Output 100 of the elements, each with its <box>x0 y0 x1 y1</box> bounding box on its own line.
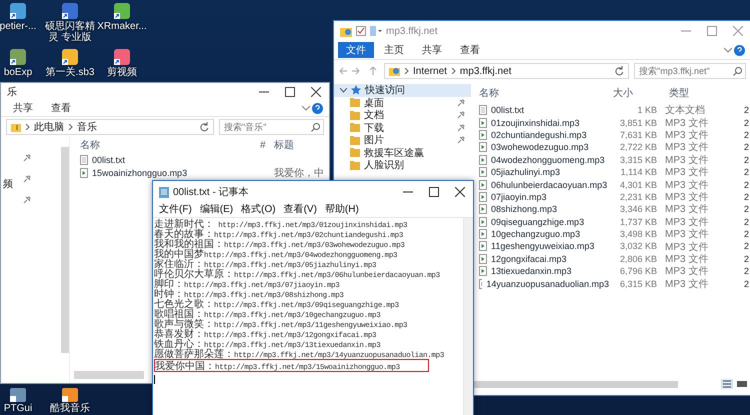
ribbon-tab[interactable]: 主页 <box>376 42 412 58</box>
audio-file-icon <box>479 254 487 264</box>
file-size: 3,851 KB <box>618 118 657 128</box>
nav-item[interactable]: 频 <box>3 177 13 191</box>
nav-item[interactable]: 救援车区途赢 <box>334 146 471 159</box>
file-row[interactable]: 00list.txt 1 KB 文本文档 2 <box>471 104 750 116</box>
file-name: 01zoujinxinshidai.mp3 <box>491 118 580 128</box>
file-name: 10gechangzuguo.mp3 <box>491 229 580 240</box>
menu-item[interactable]: 格式(O) <box>238 203 279 217</box>
file-row[interactable]: 02chuntiandegushi.mp3 7,631 KB MP3 文件 2 <box>471 128 750 142</box>
folder-icon <box>350 160 360 170</box>
table-cell: 2 <box>744 118 750 128</box>
table-cell: 2 <box>744 229 750 240</box>
menu-item[interactable]: 帮助(H) <box>322 203 362 217</box>
chevron-icon <box>450 68 456 74</box>
desktop-shortcut[interactable]: boExp <box>0 48 44 82</box>
nav-item[interactable]: 桌面 <box>334 96 471 109</box>
file-row[interactable]: 08shizhong.mp3 3,346 KB MP3 文件 2 <box>471 203 750 216</box>
breadcrumb-item[interactable]: Internet <box>413 66 447 76</box>
breadcrumb-item[interactable]: mp3.ffkj.net <box>460 66 512 76</box>
file-name: 02chuntiandegushi.mp3 <box>491 130 587 140</box>
help-icon <box>734 44 745 56</box>
table-cell: 2 <box>744 130 750 140</box>
file-row[interactable]: 09qiseguangzhige.mp3 1,737 KB MP3 文件 2 <box>471 216 750 228</box>
song-title: 我爱你，中 <box>274 168 324 178</box>
scrollbar[interactable] <box>61 147 69 353</box>
file-type: MP3 文件 <box>664 278 710 291</box>
scrollbar[interactable] <box>474 380 678 388</box>
address-bar[interactable]: 此电脑 音乐 <box>6 119 214 135</box>
column-header[interactable]: 标题 <box>274 138 294 152</box>
search-field[interactable]: 搜索"音乐" <box>219 119 324 135</box>
file-type: MP3 文件 <box>664 116 710 130</box>
file-row[interactable]: 15woainizhongguo.mp3 我爱你，中 <box>70 166 329 179</box>
audio-file-icon <box>479 142 487 152</box>
file-row[interactable]: 10gechangzuguo.mp3 3,498 KB MP3 文件 2 <box>471 228 750 240</box>
scrollbar[interactable] <box>74 371 144 379</box>
nav-item[interactable]: 快速访问 <box>334 84 471 96</box>
file-row[interactable]: 05jiazhulinyi.mp3 1,114 KB MP3 文件 2 <box>471 166 750 178</box>
menu-item[interactable]: 查看(V) <box>280 203 320 217</box>
ribbon-tab[interactable]: 查看 <box>452 42 488 58</box>
refresh-icon <box>614 66 624 76</box>
desktop-shortcut[interactable]: XRmaker... <box>96 2 148 48</box>
audio-file-icon <box>479 167 487 178</box>
maximize-icon <box>429 187 439 197</box>
column-header[interactable]: 类型 <box>661 86 735 100</box>
column-header[interactable]: 名称 <box>479 86 609 100</box>
file-row[interactable]: 01zoujinxinshidai.mp3 3,851 KB MP3 文件 2 <box>471 116 750 129</box>
column-header[interactable]: 大小 <box>609 86 661 100</box>
address-bar[interactable]: Internet mp3.ffkj.net <box>384 63 629 79</box>
thumbnail-view-icon[interactable] <box>736 379 748 389</box>
desktop-shortcut[interactable]: PTGui <box>0 388 44 414</box>
file-row[interactable]: 13tiexuedanxin.mp3 6,796 KB MP3 文件 2 <box>471 265 750 278</box>
menu-item[interactable]: 文件(F) <box>156 203 195 217</box>
folder-icon <box>350 148 360 158</box>
menu-item[interactable]: 编辑(E) <box>196 203 236 217</box>
shortcut-label: XRmaker... <box>97 21 147 32</box>
help-icon <box>312 102 323 114</box>
desktop-shortcut[interactable]: petier-... <box>0 2 44 48</box>
file-size: 2,722 KB <box>618 142 657 152</box>
desktop-shortcut[interactable]: 酷我音乐 <box>44 388 96 414</box>
file-row[interactable]: 00list.txt <box>70 153 329 166</box>
maximize-icon <box>707 26 717 36</box>
desktop-shortcut[interactable]: 第一关.sb3 <box>44 48 96 82</box>
details-view-icon[interactable] <box>721 379 733 389</box>
audio-file-icon <box>479 204 487 214</box>
desktop-shortcut[interactable]: 硕思闪客精灵 专业版 <box>44 2 96 48</box>
file-row[interactable]: 11geshengyuweixiao.mp3 3,032 KB MP3 文件 2 <box>471 240 750 253</box>
file-size: 3,315 KB <box>618 154 657 165</box>
desktop-shortcut[interactable]: 剪视频 <box>96 48 148 82</box>
table-cell: 2 <box>744 254 750 264</box>
maximize-icon <box>285 86 295 96</box>
search-field[interactable]: 搜索"mp3.ffkj.net" <box>634 63 746 79</box>
folder-icon <box>350 136 360 145</box>
ribbon-tab[interactable]: 共享 <box>5 100 41 116</box>
breadcrumb-item[interactable]: 此电脑 <box>34 120 64 134</box>
ribbon-tab[interactable]: 文件 <box>338 42 374 58</box>
column-header[interactable]: 名称 <box>80 138 260 152</box>
file-row[interactable]: 04wodezhongguomeng.mp3 3,315 KB MP3 文件 2 <box>471 154 750 166</box>
nav-item[interactable]: 人脸识别 <box>334 159 471 172</box>
file-row[interactable]: 03wohewodezuguo.mp3 2,722 KB MP3 文件 2 <box>471 141 750 154</box>
table-cell: 2 <box>744 180 750 190</box>
ribbon-tab[interactable]: 共享 <box>414 42 450 58</box>
file-row[interactable]: 06hulunbeierdacaoyuan.mp3 4,301 KB MP3 文件 2 <box>471 178 750 191</box>
file-size: 3,346 KB <box>618 204 657 214</box>
shortcut-label: boExp <box>2 67 34 78</box>
file-type: MP3 文件 <box>664 264 710 278</box>
nav-item[interactable]: 图片 <box>334 134 471 146</box>
file-row[interactable]: 12gongxifacai.mp3 2,806 KB MP3 文件 2 <box>471 252 750 266</box>
breadcrumb-item[interactable]: 音乐 <box>77 120 97 134</box>
search-icon <box>733 67 742 76</box>
file-row[interactable]: 14yuanzuopusanaduolian.mp3 6,315 KB MP3 文件 2 <box>471 277 750 290</box>
ribbon-tab[interactable]: 查看 <box>43 100 79 116</box>
file-size: 1,114 KB <box>620 167 657 178</box>
nav-item[interactable]: 下载 <box>334 122 471 134</box>
file-name: 07jiaoyin.mp3 <box>491 192 547 202</box>
file-size: 3,498 KB <box>618 229 657 240</box>
nav-item[interactable]: 文档 <box>334 109 471 122</box>
scrollbar[interactable] <box>463 218 473 415</box>
column-header[interactable]: # <box>260 140 274 150</box>
file-row[interactable]: 07jiaoyin.mp3 2,231 KB MP3 文件 2 <box>471 190 750 204</box>
